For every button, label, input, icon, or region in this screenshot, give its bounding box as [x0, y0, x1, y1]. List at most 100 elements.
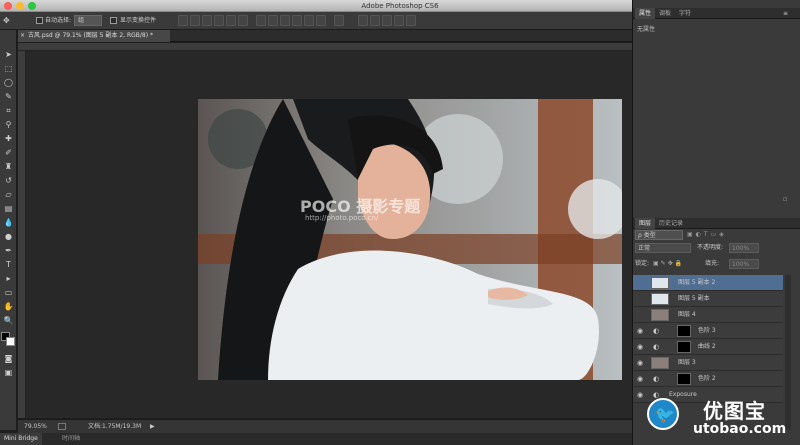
blur-tool-icon[interactable]: 💧 — [2, 216, 15, 229]
shape-tool-icon[interactable]: ▭ — [2, 286, 15, 299]
layers-panel-tabs: 图层 历史记录 — [633, 218, 800, 229]
tab-character[interactable]: 字符 — [675, 8, 695, 19]
align-bottom-button[interactable] — [202, 15, 212, 26]
blend-mode-dropdown[interactable]: 正常 — [635, 243, 691, 253]
eraser-tool-icon[interactable]: ▱ — [2, 188, 15, 201]
visibility-eye-icon[interactable]: ◉ — [637, 343, 643, 351]
adjustment-icon: ◐ — [653, 375, 660, 383]
layer-row[interactable]: ◉ 图层 3 — [633, 355, 783, 371]
tab-properties[interactable]: 属性 — [635, 8, 656, 19]
type-tool-icon[interactable]: T — [2, 258, 15, 271]
layer-row[interactable]: ◉ ◐ 色阶 3 — [633, 323, 783, 339]
3d-slide-button[interactable] — [394, 15, 404, 26]
horizontal-ruler[interactable] — [18, 43, 632, 51]
hand-tool-icon[interactable]: ✋ — [2, 300, 15, 313]
auto-select-dropdown[interactable]: 组 — [74, 15, 102, 26]
quick-mask-icon[interactable]: ◙ — [2, 352, 15, 365]
screen-mode-icon[interactable]: ▣ — [2, 366, 15, 379]
3d-pan-button[interactable] — [382, 15, 392, 26]
export-icon[interactable] — [58, 423, 66, 430]
right-panel: 属性 调板 字符 ≡ 无属性 ▫ 图层 历史记录 ρ 类型 ▣◐T▭◈ 正常 不… — [632, 0, 800, 445]
align-hcenter-button[interactable] — [226, 15, 236, 26]
distribute-left-button[interactable] — [292, 15, 302, 26]
lasso-tool-icon[interactable]: ◯ — [2, 76, 15, 89]
distribute-vcenter-button[interactable] — [268, 15, 278, 26]
3d-rotate-button[interactable] — [358, 15, 368, 26]
close-tab-icon[interactable]: × — [20, 30, 25, 42]
background-color-swatch[interactable] — [6, 337, 15, 346]
layer-row[interactable]: 图层 5 副本 — [633, 291, 783, 307]
align-right-button[interactable] — [238, 15, 248, 26]
layer-name: 图层 4 — [678, 311, 696, 318]
auto-select-checkbox[interactable] — [36, 17, 43, 24]
layer-name: 图层 5 副本 — [678, 295, 710, 302]
move-tool-icon[interactable]: ➤ — [2, 48, 15, 61]
layer-filter-dropdown[interactable]: ρ 类型 — [635, 230, 683, 240]
history-brush-tool-icon[interactable]: ↺ — [2, 174, 15, 187]
healing-tool-icon[interactable]: ✚ — [2, 132, 15, 145]
move-tool-icon[interactable]: ✥ — [3, 15, 10, 27]
lock-icons[interactable]: ▣✎✥🔒 — [653, 259, 684, 269]
properties-panel-tabs: 属性 调板 字符 ≡ — [633, 8, 800, 19]
canvas-watermark-url: http://photo.poco.cn/ — [305, 214, 379, 222]
layer-row[interactable]: 图层 4 — [633, 307, 783, 323]
pen-tool-icon[interactable]: ✒ — [2, 244, 15, 257]
visibility-eye-icon[interactable]: ◉ — [637, 359, 643, 367]
layers-scrollbar[interactable] — [785, 275, 791, 430]
eyedropper-tool-icon[interactable]: ⚲ — [2, 118, 15, 131]
options-bar: ✥ 自动选择: 组 显示变换控件 — [0, 12, 632, 30]
path-select-tool-icon[interactable]: ▸ — [2, 272, 15, 285]
brush-tool-icon[interactable]: ✐ — [2, 146, 15, 159]
layer-row[interactable]: ◉ ◐ 曲线 2 — [633, 339, 783, 355]
opacity-label: 不透明度: — [697, 244, 724, 251]
3d-scale-button[interactable] — [406, 15, 416, 26]
quick-select-tool-icon[interactable]: ✎ — [2, 90, 15, 103]
zoom-tool-icon[interactable]: 🔍 — [2, 314, 15, 327]
show-transform-label: 显示变换控件 — [120, 17, 157, 24]
tools-panel: ➤ ⬚ ◯ ✎ ⌗ ⚲ ✚ ✐ ♜ ↺ ▱ ▤ 💧 ● ✒ T ▸ ▭ ✋ 🔍 … — [0, 30, 17, 430]
distribute-right-button[interactable] — [316, 15, 326, 26]
align-vcenter-button[interactable] — [190, 15, 200, 26]
properties-scroll-icon[interactable]: ▫ — [783, 195, 788, 203]
layer-row[interactable]: ◉ ◐ 色阶 2 — [633, 371, 783, 387]
tab-adjustments[interactable]: 调板 — [655, 8, 675, 19]
layer-name: 图层 3 — [678, 359, 696, 366]
search-icon: ρ — [638, 232, 642, 239]
tab-timeline[interactable]: 时间轴 — [58, 433, 84, 445]
distribute-bottom-button[interactable] — [280, 15, 290, 26]
3d-roll-button[interactable] — [370, 15, 380, 26]
panel-menu-icon[interactable]: ≡ — [783, 8, 788, 19]
opacity-field[interactable]: 100% — [729, 243, 759, 253]
gradient-tool-icon[interactable]: ▤ — [2, 202, 15, 215]
distribute-top-button[interactable] — [256, 15, 266, 26]
auto-align-button[interactable] — [334, 15, 344, 26]
layer-thumbnail — [651, 277, 669, 289]
marquee-tool-icon[interactable]: ⬚ — [2, 62, 15, 75]
vertical-ruler[interactable] — [18, 51, 26, 418]
site-watermark-name: 优图宝 — [703, 399, 766, 423]
show-transform-checkbox[interactable] — [110, 17, 117, 24]
clone-stamp-tool-icon[interactable]: ♜ — [2, 160, 15, 173]
tab-layers[interactable]: 图层 — [635, 218, 656, 229]
document-info[interactable]: 文档:1.75M/19.3M — [88, 420, 141, 433]
align-top-button[interactable] — [178, 15, 188, 26]
document-tab[interactable]: × 古风.psd @ 79.1% (图层 5 副本 2, RGB/8) * — [18, 30, 170, 42]
visibility-eye-icon[interactable]: ◉ — [637, 391, 643, 399]
layer-filter-icons[interactable]: ▣◐T▭◈ — [687, 231, 767, 239]
lock-label: 锁定: — [635, 260, 650, 267]
status-arrow-icon[interactable]: ▶ — [150, 420, 155, 433]
tab-history[interactable]: 历史记录 — [655, 218, 687, 229]
layer-mask-thumbnail — [677, 341, 691, 353]
tab-mini-bridge[interactable]: Mini Bridge — [0, 433, 42, 445]
auto-select-label: 自动选择: — [45, 17, 72, 24]
fill-field[interactable]: 100% — [729, 259, 759, 269]
visibility-eye-icon[interactable]: ◉ — [637, 375, 643, 383]
crop-tool-icon[interactable]: ⌗ — [2, 104, 15, 117]
visibility-eye-icon[interactable]: ◉ — [637, 327, 643, 335]
document-image[interactable] — [198, 99, 622, 380]
align-left-button[interactable] — [214, 15, 224, 26]
distribute-hcenter-button[interactable] — [304, 15, 314, 26]
zoom-level[interactable]: 79.05% — [24, 420, 47, 433]
dodge-tool-icon[interactable]: ● — [2, 230, 15, 243]
layer-row[interactable]: 图层 5 副本 2 — [633, 275, 783, 291]
